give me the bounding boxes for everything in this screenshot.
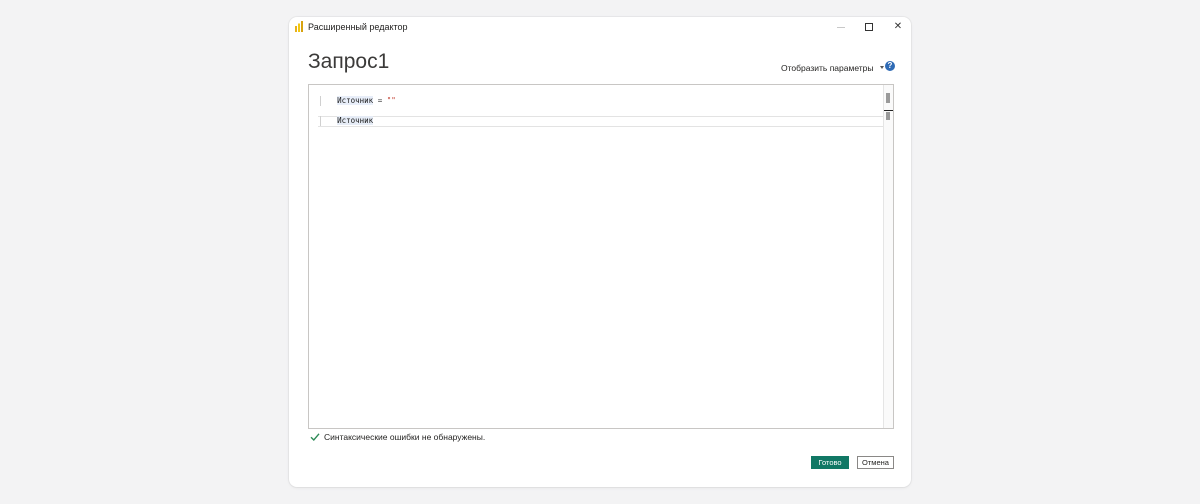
code-line[interactable]: Источник = "" [319,96,396,106]
close-icon: ✕ [893,21,903,32]
string-literal: "" [386,96,396,105]
power-bi-icon [295,21,303,32]
maximize-button[interactable] [857,17,881,37]
close-button[interactable]: ✕ [886,17,910,37]
code-line[interactable]: let [319,86,360,105]
window-title: Расширенный редактор [308,22,408,32]
identifier: Источник [337,96,374,105]
identifier: Источник [337,116,374,125]
vertical-scrollbar[interactable] [883,85,893,428]
scrollbar-marker [886,112,890,120]
minimize-icon [837,26,845,28]
title-bar: Расширенный редактор ✕ [289,17,911,37]
minimize-button[interactable] [829,17,853,37]
chevron-down-icon [879,65,884,69]
code-editor[interactable]: let Источник = "" in Источник [308,84,894,429]
cancel-button[interactable]: Отмена [857,456,894,469]
syntax-status-text: Синтаксические ошибки не обнаружены. [324,432,486,442]
syntax-status: Синтаксические ошибки не обнаружены. [310,431,485,443]
code-line[interactable]: Источник [319,116,374,126]
display-options-label: Отобразить параметры [781,63,874,73]
scrollbar-marker [886,93,890,103]
current-line-highlight [318,116,886,127]
check-icon [310,433,320,442]
done-button[interactable]: Готово [811,456,849,469]
scrollbar-cursor-line [884,110,893,111]
maximize-icon [865,23,873,31]
advanced-editor-window: Расширенный редактор ✕ Запрос1 Отобразит… [289,17,911,487]
display-options-dropdown[interactable]: Отобразить параметры [781,61,884,75]
code-line[interactable]: in [319,106,355,125]
help-icon[interactable]: ? [885,61,895,71]
query-title: Запрос1 [308,50,390,73]
operator: = [373,96,387,105]
